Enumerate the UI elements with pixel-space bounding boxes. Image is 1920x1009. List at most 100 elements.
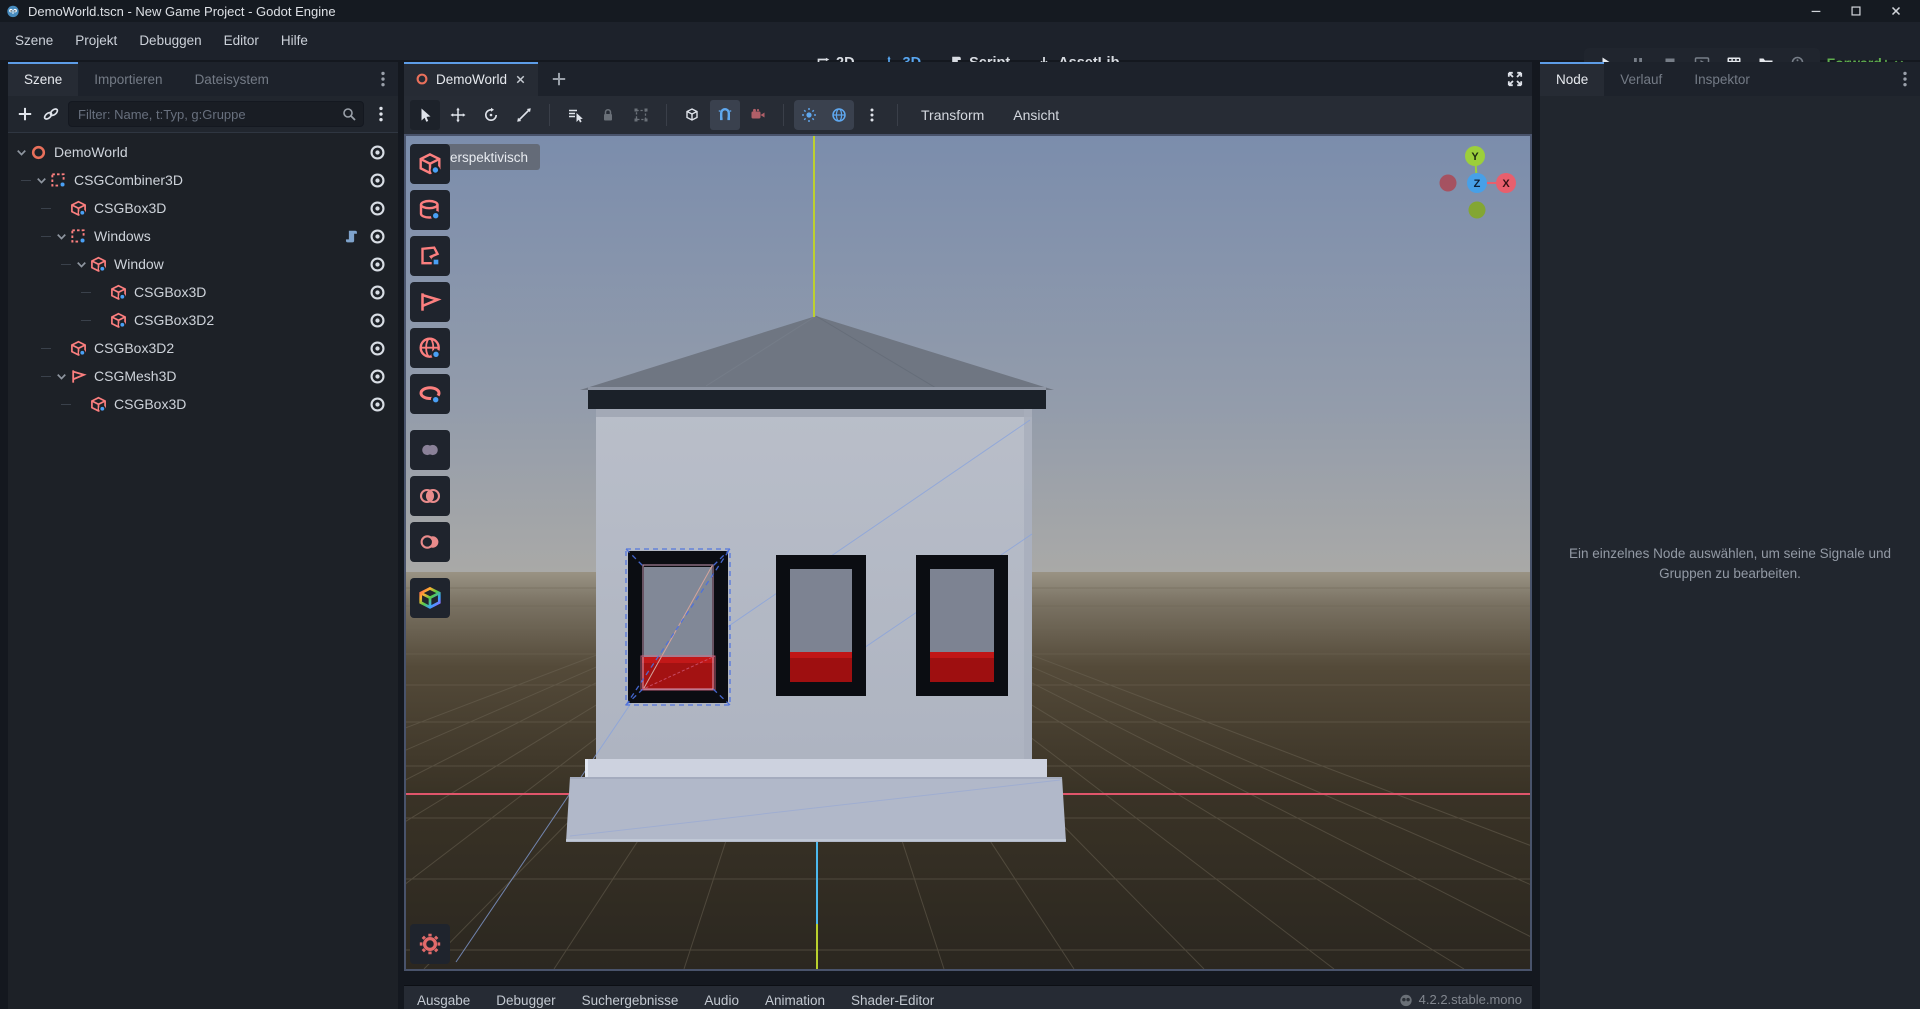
tree-row-csgbox3d[interactable]: CSGBox3D xyxy=(8,390,398,418)
local-space-icon xyxy=(684,107,700,123)
csg-cylinder-button[interactable] xyxy=(410,190,450,230)
collapse-arrow-icon[interactable] xyxy=(54,369,69,384)
tree-row-demoworld[interactable]: DemoWorld xyxy=(8,138,398,166)
tree-row-window[interactable]: Window xyxy=(8,250,398,278)
snap-toggle[interactable] xyxy=(710,100,740,130)
visibility-eye-icon[interactable] xyxy=(369,312,386,329)
dock-tab-menu-button[interactable] xyxy=(1896,70,1914,88)
gizmo-neg-y[interactable] xyxy=(1469,202,1486,219)
visibility-eye-icon[interactable] xyxy=(369,228,386,245)
menu-hilfe[interactable]: Hilfe xyxy=(270,22,319,60)
visibility-eye-icon[interactable] xyxy=(369,200,386,217)
menu-debuggen[interactable]: Debuggen xyxy=(128,22,212,60)
dock-tab-szene[interactable]: Szene xyxy=(8,62,78,96)
gizmo-neg-x[interactable] xyxy=(1440,175,1457,192)
tree-row-csgbox3d[interactable]: CSGBox3D xyxy=(8,278,398,306)
window-right[interactable] xyxy=(916,555,1008,696)
preview-sun-toggle[interactable] xyxy=(794,100,824,130)
collapse-arrow-icon[interactable] xyxy=(74,257,89,272)
csg-box-icon xyxy=(418,152,442,176)
viewport-3d-scene[interactable]: Y X Z xyxy=(406,136,1530,969)
menu-projekt[interactable]: Projekt xyxy=(64,22,128,60)
transform-menu[interactable]: Transform xyxy=(908,96,997,134)
collapse-arrow-icon[interactable] xyxy=(34,173,49,188)
rotate-tool[interactable] xyxy=(476,100,506,130)
dock-tab-menu-button[interactable] xyxy=(374,70,392,88)
rainbow-cube-icon xyxy=(418,586,442,610)
tree-row-csgbox3d2[interactable]: CSGBox3D2 xyxy=(8,306,398,334)
menu-szene[interactable]: Szene xyxy=(4,22,64,60)
window-left-selected[interactable] xyxy=(626,549,730,705)
window-middle[interactable] xyxy=(776,555,866,696)
dock-tab-verlauf[interactable]: Verlauf xyxy=(1604,62,1678,96)
visibility-eye-icon[interactable] xyxy=(369,340,386,357)
preview-options-menu[interactable] xyxy=(857,100,887,130)
dock-tab-importieren[interactable]: Importieren xyxy=(78,62,178,96)
ansicht-menu[interactable]: Ansicht xyxy=(1000,96,1072,134)
csg-mesh-button[interactable] xyxy=(410,282,450,322)
tree-row-csgbox3d2[interactable]: CSGBox3D2 xyxy=(8,334,398,362)
visibility-eye-icon[interactable] xyxy=(369,172,386,189)
bottom-tab-suchergebnisse[interactable]: Suchergebnisse xyxy=(569,986,692,1008)
tree-node-label: CSGBox3D xyxy=(134,284,206,300)
group-selected-button[interactable] xyxy=(626,100,656,130)
window-titlebar: DemoWorld.tscn - New Game Project - Godo… xyxy=(0,0,1920,22)
main-menubar: SzeneProjektDebuggenEditorHilfe 2D3DScri… xyxy=(0,22,1920,60)
tree-row-csgcombiner3d[interactable]: CSGCombiner3D xyxy=(8,166,398,194)
tree-row-csgmesh3d[interactable]: CSGMesh3D xyxy=(8,362,398,390)
viewport-3d[interactable]: Y X Z Perspektivisch xyxy=(404,134,1532,971)
maximize-button[interactable] xyxy=(1848,3,1864,19)
csg-sphere-button[interactable] xyxy=(410,328,450,368)
minimize-button[interactable] xyxy=(1808,3,1824,19)
lock-selected-button[interactable] xyxy=(593,100,623,130)
dots-vertical-icon[interactable] xyxy=(372,105,390,123)
expand-icon[interactable] xyxy=(1506,70,1524,88)
script-attached-icon[interactable] xyxy=(344,229,359,244)
close-icon[interactable] xyxy=(514,73,527,86)
bottom-tab-audio[interactable]: Audio xyxy=(691,986,752,1008)
dock-tab-node[interactable]: Node xyxy=(1540,62,1604,96)
node-panel: Ein einzelnes Node auswählen, um seine S… xyxy=(1540,96,1920,1009)
visibility-eye-icon[interactable] xyxy=(369,368,386,385)
op-intersect-icon xyxy=(418,484,442,508)
gridmap-button[interactable] xyxy=(410,578,450,618)
close-button[interactable] xyxy=(1888,3,1904,19)
csg-subtract-button[interactable] xyxy=(410,522,450,562)
collapse-arrow-icon[interactable] xyxy=(14,145,29,160)
list-select-tool[interactable] xyxy=(560,100,590,130)
instance-scene-icon[interactable] xyxy=(42,105,60,123)
csg-union-button[interactable] xyxy=(410,430,450,470)
scale-tool[interactable] xyxy=(509,100,539,130)
scene-tab-demoworld[interactable]: DemoWorld xyxy=(404,62,538,96)
select-tool[interactable] xyxy=(410,100,440,130)
scene-filter-input[interactable] xyxy=(68,101,364,127)
csg-intersect-button[interactable] xyxy=(410,476,450,516)
visibility-eye-icon[interactable] xyxy=(369,284,386,301)
move-tool[interactable] xyxy=(443,100,473,130)
bottom-tab-animation[interactable]: Animation xyxy=(752,986,838,1008)
csg-polygon-icon xyxy=(418,244,442,268)
tree-row-csgbox3d[interactable]: CSGBox3D xyxy=(8,194,398,222)
dock-tab-dateisystem[interactable]: Dateisystem xyxy=(179,62,285,96)
bottom-tab-shader-editor[interactable]: Shader-Editor xyxy=(838,986,947,1008)
camera-preview-toggle[interactable] xyxy=(743,100,773,130)
visibility-eye-icon[interactable] xyxy=(369,396,386,413)
local-space-toggle[interactable] xyxy=(677,100,707,130)
preview-environment-toggle[interactable] xyxy=(824,100,854,130)
visibility-eye-icon[interactable] xyxy=(369,144,386,161)
version-label: 4.2.2.stable.mono xyxy=(1419,992,1522,1007)
dock-tab-inspektor[interactable]: Inspektor xyxy=(1678,62,1766,96)
add-tab-icon[interactable] xyxy=(550,70,568,88)
viewport-settings-button[interactable] xyxy=(410,924,450,964)
csg-box-button[interactable] xyxy=(410,144,450,184)
bottom-tab-debugger[interactable]: Debugger xyxy=(483,986,568,1008)
tree-node-label: CSGMesh3D xyxy=(94,368,176,384)
csg-polygon-button[interactable] xyxy=(410,236,450,276)
collapse-arrow-icon[interactable] xyxy=(54,229,69,244)
add-node-icon[interactable] xyxy=(16,105,34,123)
visibility-eye-icon[interactable] xyxy=(369,256,386,273)
csg-torus-button[interactable] xyxy=(410,374,450,414)
bottom-tab-ausgabe[interactable]: Ausgabe xyxy=(404,986,483,1008)
tree-row-windows[interactable]: Windows xyxy=(8,222,398,250)
menu-editor[interactable]: Editor xyxy=(213,22,270,60)
